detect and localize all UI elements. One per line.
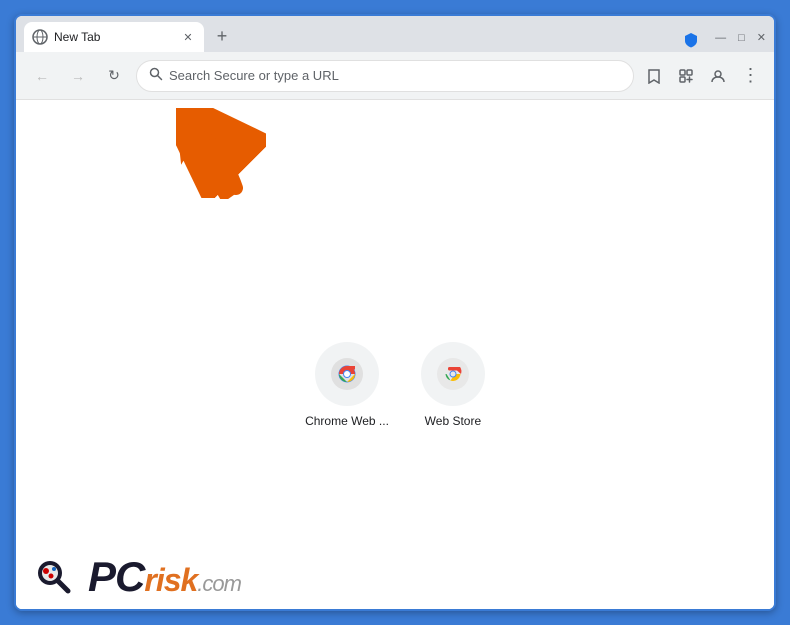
url-input[interactable]: Search Secure or type a URL bbox=[136, 60, 634, 92]
orange-arrow bbox=[171, 104, 256, 204]
browser-window: New Tab ✕ + — □ ✕ ← → ↻ bbox=[14, 14, 776, 611]
address-bar: ← → ↻ Search Secure or type a URL bbox=[16, 52, 774, 100]
shortcut-icon-web-store bbox=[421, 342, 485, 406]
shortcut-icon-chrome-web bbox=[315, 342, 379, 406]
watermark: PCrisk.com bbox=[16, 545, 774, 609]
profile-icon[interactable] bbox=[706, 64, 730, 88]
extensions-icon[interactable] bbox=[674, 64, 698, 88]
main-content: Chrome Web ... bbox=[16, 100, 774, 609]
minimize-button[interactable]: — bbox=[715, 33, 726, 44]
arrow-annotation bbox=[176, 108, 266, 203]
window-controls: — □ ✕ bbox=[715, 33, 766, 44]
shortcut-label-web-store: Web Store bbox=[425, 414, 481, 428]
back-button[interactable]: ← bbox=[28, 62, 56, 90]
new-tab-button[interactable]: + bbox=[208, 22, 236, 50]
title-bar: New Tab ✕ + — □ ✕ bbox=[16, 16, 774, 52]
refresh-button[interactable]: ↻ bbox=[100, 62, 128, 90]
tab-title: New Tab bbox=[54, 30, 174, 44]
shortcuts-row: Chrome Web ... bbox=[305, 342, 485, 428]
bookmark-icon[interactable] bbox=[642, 64, 666, 88]
url-placeholder: Search Secure or type a URL bbox=[169, 68, 621, 83]
title-bar-controls: — □ ✕ bbox=[683, 32, 766, 48]
watermark-magnifier-icon bbox=[32, 555, 76, 599]
toolbar-icons: ⋮ bbox=[642, 64, 762, 88]
shield-icon bbox=[683, 32, 699, 48]
watermark-logo: PCrisk.com bbox=[88, 556, 241, 598]
tab-close-button[interactable]: ✕ bbox=[180, 29, 196, 45]
forward-button[interactable]: → bbox=[64, 62, 92, 90]
url-search-icon bbox=[149, 67, 163, 84]
maximize-button[interactable]: □ bbox=[738, 33, 745, 44]
tab-favicon-icon bbox=[32, 29, 48, 45]
close-button[interactable]: ✕ bbox=[757, 33, 766, 44]
menu-icon[interactable]: ⋮ bbox=[738, 64, 762, 88]
shortcut-web-store[interactable]: Web Store bbox=[421, 342, 485, 428]
shortcut-chrome-web[interactable]: Chrome Web ... bbox=[305, 342, 389, 428]
shortcut-label-chrome-web: Chrome Web ... bbox=[305, 414, 389, 428]
browser-tab[interactable]: New Tab ✕ bbox=[24, 22, 204, 52]
watermark-pc-text: PCrisk.com bbox=[88, 556, 241, 598]
